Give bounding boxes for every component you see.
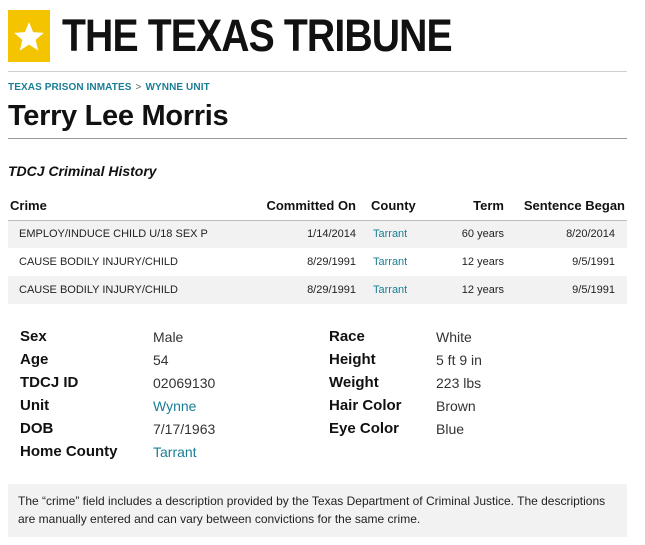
- detail-label-height: Height: [329, 351, 376, 368]
- detail-label-age: Age: [20, 351, 49, 368]
- cell-committed: 8/29/1991: [238, 276, 356, 304]
- unit-link[interactable]: Wynne: [153, 398, 196, 414]
- detail-value-age: 54: [153, 351, 169, 368]
- detail-label-race: Race: [329, 328, 365, 345]
- page-title: Terry Lee Morris: [8, 100, 229, 132]
- header-divider: [8, 71, 627, 72]
- criminal-history-heading: TDCJ Criminal History: [8, 163, 157, 179]
- detail-label-sex: Sex: [20, 328, 47, 345]
- county-link[interactable]: Tarrant: [373, 284, 407, 296]
- cell-sentence-began: 8/20/2014: [504, 220, 627, 248]
- detail-value-tdcj-id: 02069130: [153, 374, 216, 391]
- detail-label-hair-color: Hair Color: [329, 397, 402, 414]
- cell-term: 12 years: [461, 256, 504, 268]
- column-header-crime: Crime: [8, 192, 238, 221]
- details-labels-right: Race Height Weight Hair Color Eye Color: [329, 325, 402, 440]
- cell-committed: 8/29/1991: [307, 256, 356, 268]
- detail-label-tdcj-id: TDCJ ID: [20, 374, 79, 391]
- breadcrumb: TEXAS PRISON INMATES > WYNNE UNIT: [8, 82, 210, 93]
- table-row: CAUSE BODILY INJURY/CHILD 8/29/1991 Tarr…: [8, 248, 627, 276]
- detail-label-weight: Weight: [329, 374, 379, 391]
- cell-crime: CAUSE BODILY INJURY/CHILD: [19, 256, 178, 268]
- details-labels-left: Sex Age TDCJ ID Unit DOB Home County: [20, 325, 118, 463]
- cell-county: Tarrant: [356, 276, 436, 304]
- detail-value-hair-color: Brown: [436, 397, 476, 414]
- cell-term: 60 years: [436, 220, 504, 248]
- cell-crime: EMPLOY/INDUCE CHILD U/18 SEX P: [8, 220, 238, 248]
- column-header-sentence-began: Sentence Began: [504, 192, 627, 221]
- detail-label-dob: DOB: [20, 420, 54, 437]
- cell-county: Tarrant: [356, 220, 436, 248]
- table-row: CAUSE BODILY INJURY/CHILD 8/29/1991 Tarr…: [8, 276, 627, 304]
- inmate-details: Sex Age TDCJ ID Unit DOB Home County Mal…: [20, 325, 620, 465]
- cell-sentence-began: 9/5/1991: [504, 276, 627, 304]
- logo-wordmark: THE TEXAS TRIBUNE: [62, 10, 453, 61]
- column-header-committed: Committed On: [238, 192, 356, 221]
- cell-county: Tarrant: [356, 248, 436, 276]
- criminal-history-table: Crime Committed On County Term Sentence …: [8, 192, 627, 304]
- breadcrumb-wynne-unit[interactable]: WYNNE UNIT: [145, 82, 209, 93]
- cell-committed: 1/14/2014: [238, 220, 356, 248]
- home-county-link[interactable]: Tarrant: [153, 444, 197, 460]
- cell-sentence-began: 9/5/1991: [572, 256, 615, 268]
- crime-field-disclaimer: The “crime” field includes a description…: [8, 484, 627, 537]
- county-link[interactable]: Tarrant: [373, 256, 407, 268]
- details-values-right: White 5 ft 9 in 223 lbs Brown Blue: [436, 325, 482, 440]
- detail-label-home-county: Home County: [20, 443, 118, 460]
- table-row: EMPLOY/INDUCE CHILD U/18 SEX P 1/14/2014…: [8, 220, 627, 248]
- logo-badge: [8, 10, 50, 62]
- site-logo[interactable]: THE TEXAS TRIBUNE: [8, 10, 510, 62]
- details-values-left: Male 54 02069130 Wynne 7/17/1963 Tarrant: [153, 325, 215, 463]
- cell-crime: CAUSE BODILY INJURY/CHILD: [8, 276, 238, 304]
- breadcrumb-separator: >: [135, 82, 142, 93]
- detail-value-dob: 7/17/1963: [153, 420, 216, 437]
- county-link[interactable]: Tarrant: [373, 228, 407, 240]
- cell-term: 12 years: [436, 276, 504, 304]
- title-divider: [8, 138, 627, 139]
- column-header-county: County: [356, 192, 436, 221]
- detail-value-weight: 223 lbs: [436, 374, 482, 391]
- detail-label-eye-color: Eye Color: [329, 420, 400, 437]
- detail-value-eye-color: Blue: [436, 420, 465, 437]
- column-header-term: Term: [436, 192, 504, 221]
- table-header-row: Crime Committed On County Term Sentence …: [8, 192, 627, 221]
- detail-label-unit: Unit: [20, 397, 50, 414]
- detail-value-height: 5 ft 9 in: [436, 351, 482, 368]
- breadcrumb-prison-inmates[interactable]: TEXAS PRISON INMATES: [8, 82, 132, 93]
- star-icon: [14, 22, 44, 51]
- detail-value-race: White: [436, 328, 472, 345]
- detail-value-sex: Male: [153, 328, 184, 345]
